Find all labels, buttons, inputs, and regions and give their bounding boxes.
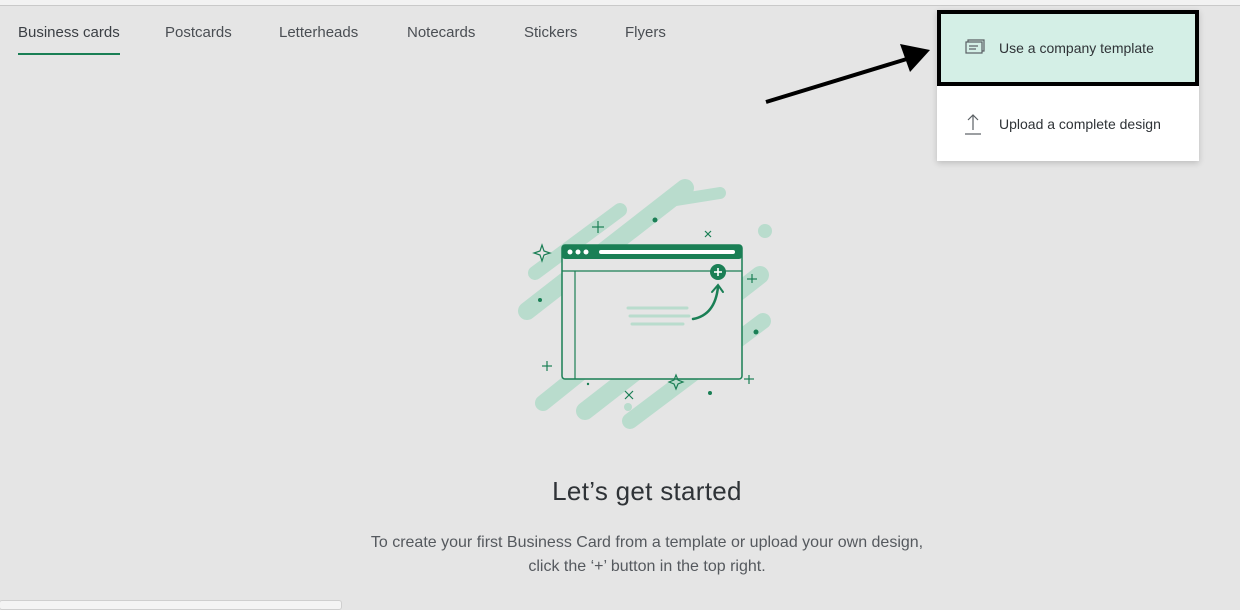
tab-notecards[interactable]: Notecards [407, 24, 475, 53]
empty-state-heading: Let’s get started [552, 476, 742, 506]
use-company-template-option[interactable]: Use a company template [937, 10, 1199, 86]
bottom-panel-edge [0, 600, 342, 610]
tab-letterheads[interactable]: Letterheads [279, 24, 358, 53]
empty-state-description: To create your first Business Card from … [0, 531, 1240, 579]
upload-icon [965, 114, 981, 135]
tab-stickers[interactable]: Stickers [524, 24, 577, 53]
upload-complete-design-option[interactable]: Upload a complete design [937, 88, 1199, 160]
use-company-template-label: Use a company template [999, 40, 1154, 56]
get-started-illustration [518, 179, 772, 429]
empty-state-line-1: To create your first Business Card from … [370, 534, 924, 551]
tab-postcards[interactable]: Postcards [165, 24, 232, 53]
template-icon [965, 39, 985, 54]
tab-business-cards[interactable]: Business cards [18, 24, 120, 55]
upload-complete-design-label: Upload a complete design [999, 116, 1161, 132]
annotation-arrow [765, 44, 930, 104]
top-border [0, 0, 1240, 6]
tab-flyers[interactable]: Flyers [625, 24, 666, 53]
add-design-dropdown: Use a company template Upload a complete… [937, 10, 1199, 161]
empty-state-line-2: click the ‘+’ button in the top right. [528, 558, 766, 575]
